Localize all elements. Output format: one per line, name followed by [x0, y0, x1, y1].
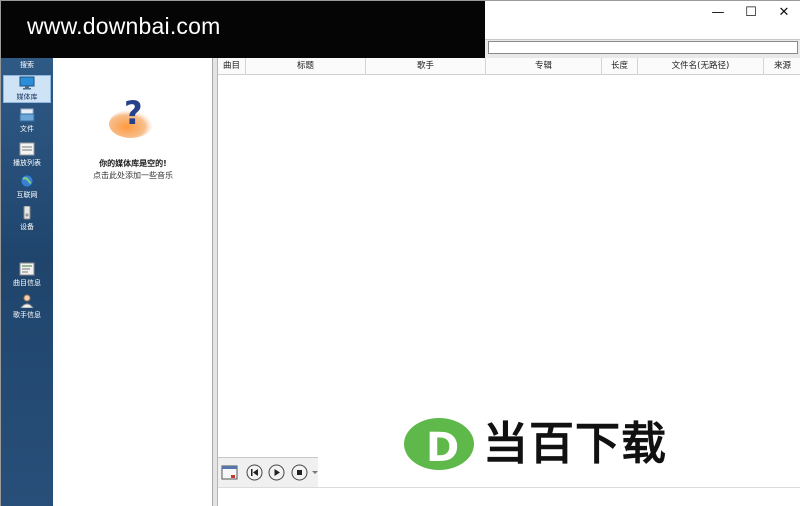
dropdown-icon[interactable]	[311, 464, 319, 481]
left-nav: 搜索 媒体库 文件 播放列表 互联网 设备 曲目信息 歌手信息	[1, 58, 53, 506]
previous-icon[interactable]	[246, 464, 263, 481]
column-header-album[interactable]: 专辑	[486, 58, 602, 75]
nav-item-label: 播放列表	[13, 159, 41, 167]
nav-item-playlist[interactable]: 播放列表	[3, 142, 51, 170]
app-window: — ☐ ✕ www.downbai.com 搜索 媒体库 文件 播放列表 互联网…	[0, 0, 800, 506]
question-mark-icon: ?	[109, 94, 153, 138]
column-header-title[interactable]: 标题	[246, 58, 366, 75]
maximize-button[interactable]: ☐	[734, 1, 768, 23]
watermark-banner: www.downbai.com	[1, 1, 485, 58]
nav-item-label: 曲目信息	[13, 279, 41, 287]
nav-item-artist-info[interactable]: 歌手信息	[3, 294, 51, 324]
svg-text:D: D	[426, 425, 459, 471]
window-icon[interactable]	[221, 464, 238, 481]
file-icon	[19, 108, 35, 122]
column-header-source[interactable]: 来源	[764, 58, 800, 75]
play-icon[interactable]	[268, 464, 285, 481]
column-header-filename[interactable]: 文件名(无路径)	[638, 58, 764, 75]
player-controls	[218, 457, 318, 487]
column-header-track[interactable]: 曲目	[218, 58, 246, 75]
nav-item-files[interactable]: 文件	[3, 108, 51, 138]
minimize-button[interactable]: —	[701, 1, 735, 23]
device-icon	[23, 206, 31, 220]
brand-text: 当百下载	[483, 417, 668, 470]
column-header-artist[interactable]: 歌手	[366, 58, 486, 75]
artist-info-icon	[20, 294, 34, 308]
playlist-icon	[19, 142, 35, 156]
track-info-icon	[19, 262, 35, 276]
stop-icon[interactable]	[291, 464, 308, 481]
brand-watermark: D 当百下载	[403, 415, 713, 473]
nav-item-track-info[interactable]: 曲目信息	[3, 262, 51, 290]
nav-item-label: 媒体库	[16, 93, 38, 101]
nav-item-label: 搜索	[20, 61, 34, 69]
nav-item-search[interactable]: 搜索	[3, 60, 51, 72]
close-button[interactable]: ✕	[767, 1, 800, 23]
nav-item-label: 互联网	[16, 191, 38, 199]
globe-icon	[20, 174, 34, 188]
search-input[interactable]	[488, 41, 798, 54]
status-bar	[218, 487, 800, 506]
nav-item-label: 设备	[20, 223, 34, 231]
library-panel: ? 你的媒体库是空的! 点击此处添加一些音乐	[53, 58, 213, 506]
column-header-row: 曲目 标题 歌手 专辑 长度 文件名(无路径) 来源	[218, 58, 800, 75]
brand-logo-icon: D	[404, 418, 474, 471]
media-library-icon	[19, 76, 35, 90]
empty-library-title: 你的媒体库是空的!	[99, 159, 167, 168]
watermark-text: www.downbai.com	[27, 13, 221, 39]
add-music-link[interactable]: 点击此处添加一些音乐	[53, 170, 213, 181]
nav-item-internet[interactable]: 互联网	[3, 174, 51, 202]
nav-item-label: 歌手信息	[13, 311, 41, 319]
svg-text:?: ?	[124, 94, 143, 132]
nav-item-media-library[interactable]: 媒体库	[3, 75, 51, 103]
column-header-length[interactable]: 长度	[602, 58, 638, 75]
nav-item-devices[interactable]: 设备	[3, 206, 51, 234]
nav-item-label: 文件	[20, 125, 34, 133]
